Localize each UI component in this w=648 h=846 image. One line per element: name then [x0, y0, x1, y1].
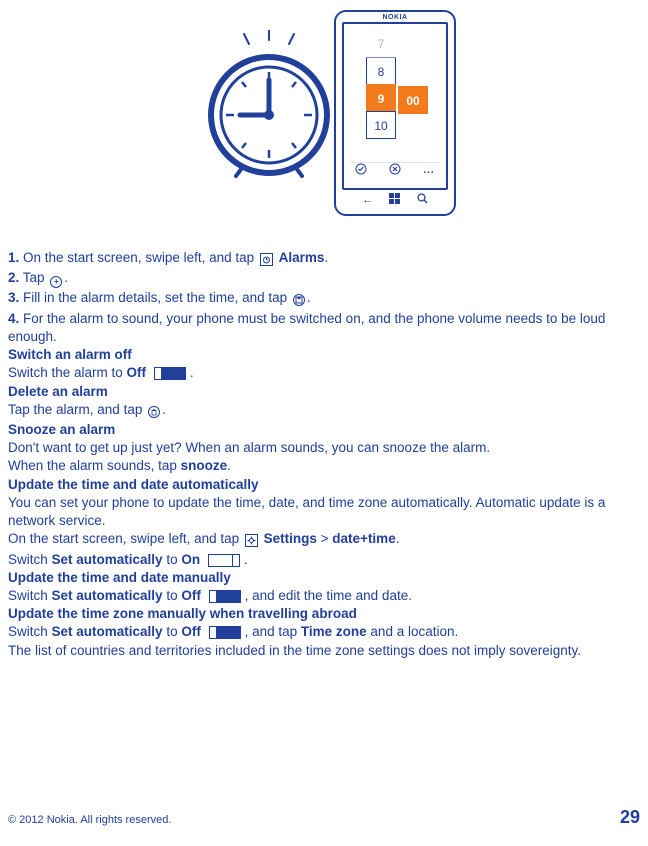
body-text: On the start screen, swipe left, and tap [8, 531, 243, 546]
hour-cell: 7 [366, 30, 396, 58]
off-label: Off [181, 588, 201, 603]
more-dots: ... [423, 165, 434, 176]
copyright-text: © 2012 Nokia. All rights reserved. [8, 814, 171, 826]
step-2: 2. Tap +. [8, 269, 640, 289]
body-text: . [190, 365, 194, 380]
step-text: Fill in the alarm details, set the time,… [19, 290, 291, 305]
off-label: Off [127, 365, 147, 380]
illustration-area: NOKIA 7 8 9 10 00 [0, 0, 648, 249]
section-switch-off-head: Switch an alarm off [8, 346, 640, 364]
settings-label: Settings [264, 531, 317, 546]
body-text: and a location. [367, 624, 459, 639]
snooze-label: snooze [181, 458, 228, 473]
step-1: 1. On the start screen, swipe left, and … [8, 249, 640, 269]
tz-body: Switch Set automatically to Off , and ta… [8, 623, 640, 641]
body-text: Switch the alarm to [8, 365, 127, 380]
section-manual-head: Update the time and date manually [8, 569, 640, 587]
body-text: Switch [8, 552, 52, 567]
step-4: 4. For the alarm to sound, your phone mu… [8, 310, 640, 346]
auto-desc: You can set your phone to update the tim… [8, 494, 640, 530]
toggle-on-icon [208, 554, 240, 567]
body-text: . [244, 552, 248, 567]
off-label: Off [181, 624, 201, 639]
hour-cell: 8 [366, 57, 396, 85]
picker-footer: ... [350, 162, 440, 178]
sovereignty-note: The list of countries and territories in… [8, 642, 640, 660]
body-text: . [396, 531, 400, 546]
windows-icon [389, 193, 400, 207]
step-num: 1. [8, 250, 19, 265]
step-text: For the alarm to sound, your phone must … [8, 311, 605, 344]
snooze-instruction: When the alarm sounds, tap snooze. [8, 457, 640, 475]
section-delete-body: Tap the alarm, and tap . [8, 401, 640, 421]
snooze-desc: Don't want to get up just yet? When an a… [8, 439, 640, 457]
check-icon [355, 163, 367, 178]
body-text: , and tap [245, 624, 301, 639]
set-auto-label: Set automatically [52, 588, 163, 603]
analog-clock-icon [194, 30, 344, 180]
body-text: When the alarm sounds, tap [8, 458, 181, 473]
system-bar: ← [336, 190, 454, 210]
hour-cell-selected: 9 [366, 84, 396, 112]
body-text: to [163, 588, 182, 603]
section-switch-off-body: Switch the alarm to Off . [8, 364, 640, 382]
search-sys-icon [417, 193, 428, 207]
cancel-icon [389, 163, 401, 178]
section-tz-head: Update the time zone manually when trave… [8, 605, 640, 623]
body-text: > [317, 531, 332, 546]
body-text: , and edit the time and date. [245, 588, 412, 603]
set-auto-label: Set automatically [52, 552, 163, 567]
alarms-label: Alarms [279, 250, 325, 265]
step-text: . [307, 290, 311, 305]
step-num: 4. [8, 311, 19, 326]
main-content: 1. On the start screen, swipe left, and … [0, 249, 648, 660]
auto-switch-on: Switch Set automatically to On . [8, 551, 640, 569]
manual-body: Switch Set automatically to Off , and ed… [8, 587, 640, 605]
toggle-off-icon [209, 590, 241, 603]
step-num: 3. [8, 290, 19, 305]
set-auto-label: Set automatically [52, 624, 163, 639]
phone-screen: 7 8 9 10 00 ... [342, 22, 448, 190]
body-text: . [227, 458, 231, 473]
body-text: to [163, 624, 182, 639]
step-text: Tap [19, 270, 48, 285]
toggle-off-icon [154, 367, 186, 380]
back-icon: ← [362, 194, 373, 206]
datetime-label: date+time [332, 531, 395, 546]
toggle-off-icon [209, 626, 241, 639]
auto-nav: On the start screen, swipe left, and tap… [8, 530, 640, 550]
page-footer: © 2012 Nokia. All rights reserved. 29 [8, 807, 640, 828]
minute-cell-selected: 00 [398, 86, 428, 114]
body-text: Switch [8, 624, 52, 639]
add-icon: + [50, 271, 62, 289]
save-icon [293, 291, 305, 309]
section-snooze-head: Snooze an alarm [8, 421, 640, 439]
step-text: On the start screen, swipe left, and tap [19, 250, 258, 265]
alarms-app-icon [260, 251, 273, 269]
timezone-label: Time zone [301, 624, 367, 639]
section-auto-head: Update the time and date automatically [8, 476, 640, 494]
settings-app-icon [245, 532, 258, 550]
step-3: 3. Fill in the alarm details, set the ti… [8, 289, 640, 309]
body-text: . [162, 402, 166, 417]
body-text: to [163, 552, 182, 567]
time-picker: 7 8 9 10 00 [350, 30, 440, 162]
phone-illustration: NOKIA 7 8 9 10 00 [334, 10, 456, 216]
clock-phone-illustration: NOKIA 7 8 9 10 00 [194, 8, 454, 218]
step-num: 2. [8, 270, 19, 285]
body-text: Switch [8, 588, 52, 603]
hour-cell: 10 [366, 111, 396, 139]
hours-column: 7 8 9 10 [366, 30, 396, 138]
on-label: On [181, 552, 200, 567]
minutes-column: 00 [398, 86, 428, 113]
step-text: . [64, 270, 68, 285]
delete-icon [148, 403, 160, 421]
section-delete-head: Delete an alarm [8, 383, 640, 401]
page-number: 29 [620, 807, 640, 828]
phone-brand-label: NOKIA [336, 14, 454, 21]
body-text: Tap the alarm, and tap [8, 402, 146, 417]
step-text: . [324, 250, 328, 265]
